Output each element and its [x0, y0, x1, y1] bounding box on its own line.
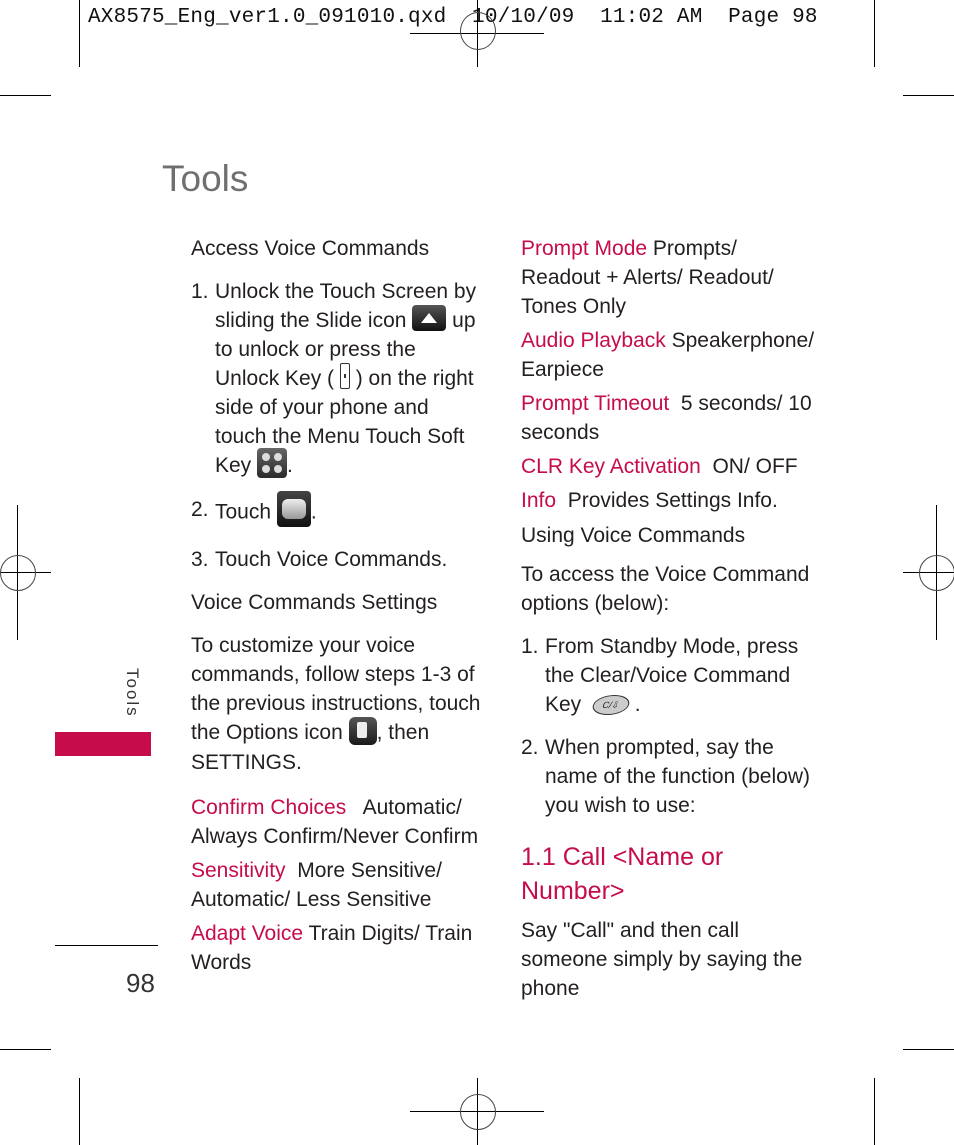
step-number: 3.: [191, 548, 209, 572]
registration-circle-icon: [919, 555, 954, 591]
print-slug: AX8575_Eng_ver1.0_091010.qxd 10/10/09 11…: [88, 6, 818, 29]
option-prompt-timeout: Prompt Timeout 5 seconds/ 10 seconds: [521, 389, 816, 447]
menu-soft-key-icon: [257, 448, 288, 479]
access-step-2: 2. Touch .: [191, 491, 481, 531]
voice-commands-term: Voice Commands: [276, 548, 442, 572]
option-label: CLR Key Activation: [521, 455, 701, 478]
step-text: Touch: [215, 548, 277, 572]
registration-circle-icon: [460, 1094, 496, 1130]
crop-mark: [0, 95, 51, 96]
option-info: Info Provides Settings Info.: [521, 486, 816, 515]
option-clr-key-activation: CLR Key Activation ON/ OFF: [521, 452, 816, 481]
step-text: .: [634, 693, 641, 716]
page-number-rule: [55, 945, 158, 946]
option-label: Prompt Timeout: [521, 392, 670, 415]
options-icon: [348, 716, 377, 745]
unlock-key-icon: [339, 363, 350, 390]
page-number: 98: [126, 968, 155, 998]
step-number: 1.: [521, 635, 539, 658]
side-tab-bar: [55, 732, 151, 756]
step-text: Touch: [215, 501, 272, 524]
clear-voice-key-icon: C/⇩: [589, 695, 633, 716]
crop-mark: [903, 95, 954, 96]
step-text: .: [310, 501, 317, 524]
intro-text: , then: [376, 721, 430, 745]
step-text: .: [441, 548, 448, 572]
using-intro: To access the Voice Command options (bel…: [521, 563, 810, 615]
access-heading: Access Voice Commands: [191, 237, 430, 260]
access-step-3: 3. Touch Voice Commands.: [191, 545, 481, 574]
crop-mark: [903, 1049, 954, 1050]
step-text: From Standby Mode, press the Clear/Voice…: [545, 635, 799, 716]
option-value: ON/ OFF: [712, 455, 798, 478]
crop-mark: [79, 1078, 80, 1145]
option-label: Prompt Mode: [521, 237, 648, 260]
intro-text: To customize your voice commands, follow…: [191, 634, 481, 745]
registration-circle-icon: [0, 555, 36, 591]
side-tab-label: Tools: [123, 668, 142, 718]
option-prompt-mode: Prompt Mode Prompts/ Readout + Alerts/ R…: [521, 234, 816, 321]
settings-heading: Voice Commands Settings: [191, 591, 438, 615]
option-value: Provides Settings Info.: [567, 489, 778, 512]
crop-mark: [874, 0, 875, 67]
step-number: 2.: [521, 736, 539, 759]
option-label: Confirm Choices: [191, 795, 347, 819]
crop-mark: [79, 0, 80, 67]
page-title: Tools: [162, 158, 249, 199]
tools-toolbox-icon: [276, 491, 311, 528]
using-heading: Using Voice Commands: [521, 524, 746, 547]
using-step-1: 1. From Standby Mode, press the Clear/Vo…: [521, 632, 816, 719]
step-text: When prompted, say the name of the funct…: [545, 736, 810, 817]
option-audio-playback: Audio Playback Speakerphone/ Earpiece: [521, 326, 816, 384]
step-number: 2.: [191, 498, 209, 522]
right-column: Prompt Mode Prompts/ Readout + Alerts/ R…: [521, 234, 816, 1003]
step-text: .: [287, 454, 293, 477]
option-label: Info: [521, 489, 557, 512]
crop-mark: [874, 1078, 875, 1145]
section-title: 1.1 Call <Name or Number>: [521, 843, 724, 905]
option-sensitivity: Sensitivity More Sensitive/ Automatic/ L…: [191, 856, 481, 914]
registration-circle-icon: [460, 12, 496, 50]
option-confirm-choices: Confirm Choices Automatic/ Always Confir…: [191, 793, 481, 851]
step-number: 1.: [191, 280, 209, 303]
access-step-1: 1. Unlock the Touch Screen by sliding th…: [191, 277, 481, 481]
option-label: Sensitivity: [191, 858, 286, 882]
settings-intro: To customize your voice commands, follow…: [191, 631, 481, 776]
option-adapt-voice: Adapt Voice Train Digits/ Train Words: [191, 919, 481, 977]
using-step-2: 2. When prompted, say the name of the fu…: [521, 733, 816, 820]
settings-term: SETTINGS: [191, 750, 297, 774]
intro-text: .: [296, 750, 302, 774]
left-column: Access Voice Commands 1. Unlock the Touc…: [191, 234, 481, 977]
slide-unlock-icon: [412, 305, 447, 332]
option-label: Adapt Voice: [191, 921, 304, 945]
option-label: Audio Playback: [521, 329, 666, 352]
crop-mark: [0, 1049, 51, 1050]
section-body: Say "Call" and then call someone simply …: [521, 919, 803, 1000]
